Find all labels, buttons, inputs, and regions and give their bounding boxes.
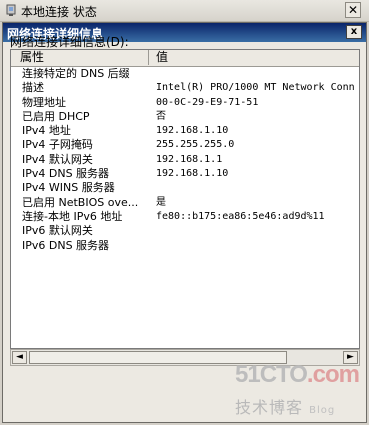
list-row[interactable]: 连接特定的 DNS 后缀 [11,67,359,81]
row-property: 连接特定的 DNS 后缀 [22,67,130,80]
outer-close-button[interactable]: ✕ [345,2,361,18]
row-value: 00-0C-29-E9-71-51 [156,96,259,108]
row-property: IPv4 地址 [22,124,71,138]
details-list[interactable]: 属性 值 连接特定的 DNS 后缀 描述 Intel(R) PRO/1000 MT… [10,49,360,349]
watermark-logo: 51CTO.com [235,361,360,389]
row-property: IPv4 默认网关 [22,152,93,166]
row-value: 192.168.1.10 [156,125,229,137]
row-property: 描述 [22,81,44,95]
row-property: IPv6 DNS 服务器 [22,238,110,252]
list-row[interactable]: 连接-本地 IPv6 地址 fe80::b175:ea86:5e46:ad9d%1… [11,210,359,224]
watermark-sub: 技术博客 [235,398,304,417]
network-status-icon [6,4,16,16]
outer-window-title: 本地连接 状态 [21,5,97,19]
row-value: 255.255.255.0 [156,139,235,151]
list-header: 属性 值 [11,50,359,67]
list-row[interactable]: IPv6 默认网关 [11,224,359,238]
row-property: 连接-本地 IPv6 地址 [22,209,123,223]
row-property: IPv4 DNS 服务器 [22,167,110,181]
list-row[interactable]: 已启用 NetBIOS ove... 是 [11,196,359,210]
row-property: 已启用 DHCP [22,109,90,123]
row-value: Intel(R) PRO/1000 MT Network Conn [156,82,355,94]
list-row[interactable]: 已启用 DHCP 否 [11,110,359,124]
list-row[interactable]: IPv4 子网掩码 255.255.255.0 [11,138,359,152]
row-property: IPv4 子网掩码 [22,138,93,152]
row-property: IPv4 WINS 服务器 [22,181,115,195]
list-row[interactable]: IPv6 DNS 服务器 [11,239,359,253]
watermark-dot: .com [306,361,360,388]
row-value: fe80::b175:ea86:5e46:ad9d%11 [156,210,325,222]
watermark-subtitle: 技术博客 Blog [235,394,335,418]
list-row[interactable]: IPv4 默认网关 192.168.1.1 [11,153,359,167]
list-row[interactable]: 描述 Intel(R) PRO/1000 MT Network Conn [11,81,359,95]
row-property: 已启用 NetBIOS ove... [22,195,139,209]
list-rows: 连接特定的 DNS 后缀 描述 Intel(R) PRO/1000 MT Netw… [11,67,359,253]
list-row[interactable]: IPv4 WINS 服务器 [11,181,359,195]
row-value: 192.168.1.1 [156,153,223,165]
row-value: 是 [156,196,166,208]
details-caption: 网络连接详细信息(D): [10,35,129,49]
row-value: 否 [156,110,166,122]
list-row[interactable]: IPv4 地址 192.168.1.10 [11,124,359,138]
watermark-blog: Blog [309,405,336,416]
row-property: IPv6 默认网关 [22,224,93,238]
column-header-value[interactable]: 值 [150,50,359,65]
dialog-close-button[interactable]: x [346,25,362,39]
outer-window-titlebar: 本地连接 状态 ✕ [0,0,369,22]
column-header-property[interactable]: 属性 [11,50,149,65]
row-value: 192.168.1.10 [156,168,229,180]
list-row[interactable]: 物理地址 00-0C-29-E9-71-51 [11,96,359,110]
watermark-brand: 51CTO [235,361,308,388]
row-property: 物理地址 [22,95,66,109]
scroll-left-button[interactable]: ◄ [12,351,27,364]
list-row[interactable]: IPv4 DNS 服务器 192.168.1.10 [11,167,359,181]
